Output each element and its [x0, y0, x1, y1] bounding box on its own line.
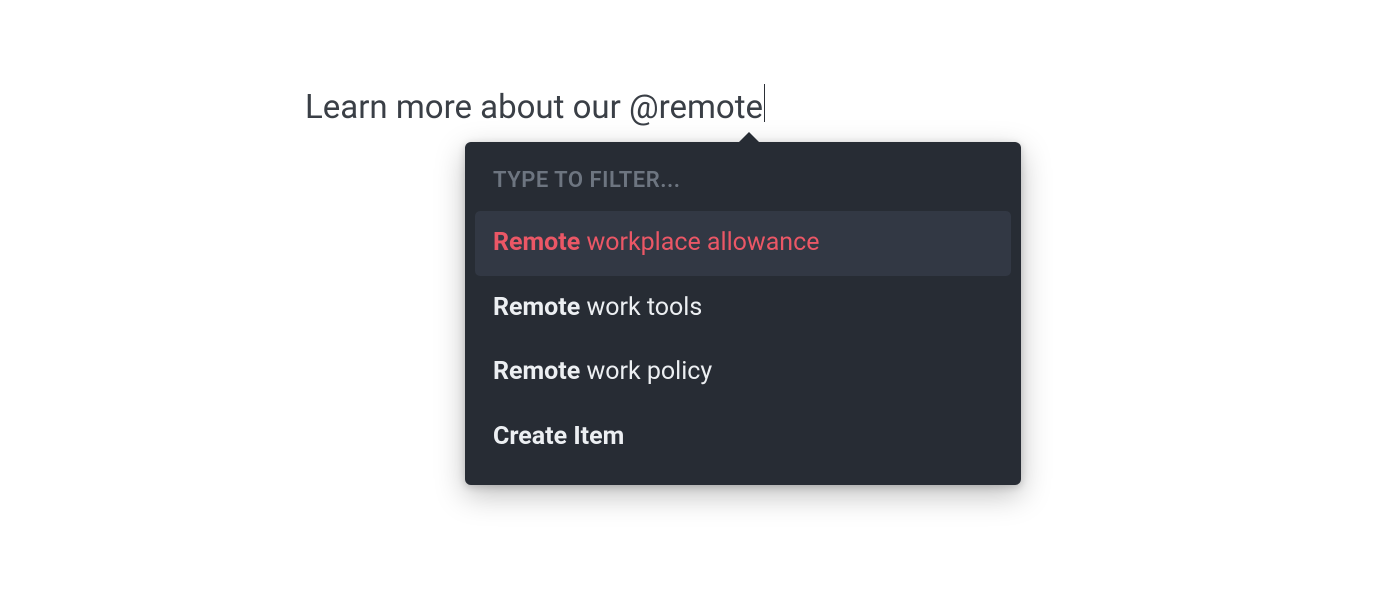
suggestion-match-text: Remote: [493, 357, 580, 386]
mention-suggestion-popover: Type to filter... Remote workplace allow…: [465, 142, 1021, 485]
suggestion-match-text: Remote: [493, 293, 580, 322]
suggestion-rest-text: work tools: [580, 293, 702, 322]
editor-input-line[interactable]: Learn more about our @remote: [305, 80, 765, 127]
suggestion-item[interactable]: Remote workplace allowance: [475, 211, 1011, 276]
editor-text: Learn more about our @remote: [305, 88, 763, 127]
suggestion-list: Remote workplace allowanceRemote work to…: [475, 211, 1011, 469]
suggestion-item[interactable]: Remote work policy: [475, 340, 1011, 405]
suggestion-match-text: Remote: [493, 228, 580, 257]
suggestion-rest-text: work policy: [580, 357, 712, 386]
suggestion-rest-text: workplace allowance: [580, 228, 819, 257]
filter-hint-label: Type to filter...: [475, 154, 1011, 211]
text-cursor: [764, 84, 765, 122]
create-item-option[interactable]: Create Item: [475, 405, 1011, 470]
suggestion-item[interactable]: Remote work tools: [475, 276, 1011, 341]
